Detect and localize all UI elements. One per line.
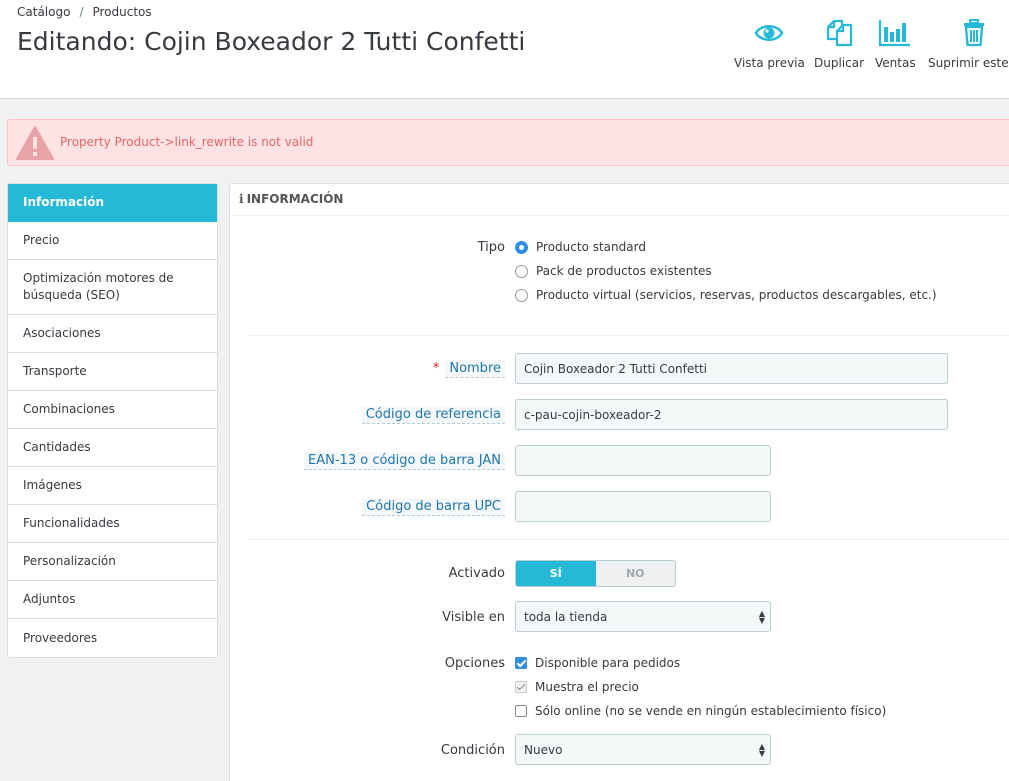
select-arrows-icon: ▲ ▼ [758,742,765,758]
breadcrumb: Catálogo / Productos [17,5,152,19]
show-price-label: Muestra el precio [535,680,639,694]
divider [249,539,1009,540]
online-only-label: Sólo online (no se vende en ningún estab… [535,704,887,718]
copy-icon [826,19,853,47]
visibility-value: toda la tienda [524,610,608,624]
panel-heading: i INFORMACIÓN [230,184,1009,216]
delete-button[interactable]: Suprimir este p [928,18,1009,70]
name-input[interactable] [515,353,948,384]
active-label: Activado [448,566,505,581]
ean13-input[interactable] [515,445,771,476]
trash-icon [964,19,985,47]
type-option-pack-label: Pack de productos existentes [536,264,712,278]
bar-chart-icon [879,20,911,47]
reference-input[interactable] [515,399,948,430]
tab-proveedores[interactable]: Proveedores [8,619,217,657]
upc-input[interactable] [515,491,771,522]
tab-asociaciones[interactable]: Asociaciones [8,315,217,353]
tab-funcionalidades[interactable]: Funcionalidades [8,505,217,543]
page-title: Editando: Cojin Boxeador 2 Tutti Confett… [17,27,526,56]
duplicate-button[interactable]: Duplicar [814,18,864,70]
available-label: Disponible para pedidos [535,656,681,670]
active-switch[interactable]: SÍ NO [515,560,676,587]
sales-label: Ventas [875,56,916,70]
radio-standard[interactable] [515,240,528,254]
information-panel: i INFORMACIÓN Tipo Producto standard Pack… [229,183,1009,781]
online-only-checkbox[interactable] [515,705,527,717]
upc-label-text[interactable]: Código de barra UPC [362,498,505,516]
tab-precio[interactable]: Precio [8,222,217,260]
preview-label: Vista previa [734,56,805,70]
condition-select[interactable]: Nuevo ▲ ▼ [515,734,771,765]
options-label: Opciones [444,656,505,671]
ean13-label: EAN-13 o código de barra JAN [304,452,505,470]
product-tabs: Información Precio Optimización motores … [7,183,218,658]
name-label: * Nombre [432,360,505,378]
type-option-standard[interactable]: Producto standard [515,240,646,254]
tab-seo[interactable]: Optimización motores de búsqueda (SEO) [8,260,217,315]
active-no-option[interactable]: NO [596,561,676,586]
condition-value: Nuevo [524,743,563,757]
show-price-checkbox [515,681,527,693]
page-header: Catálogo / Productos Editando: Cojin Boxea… [0,0,1009,99]
toolbar: Vista previa Duplicar Ventas Suprimir es… [726,18,1009,78]
alert-message: Property Product->link_rewrite is not va… [60,135,314,149]
type-label: Tipo [477,240,505,255]
select-arrows-icon: ▲ ▼ [758,609,765,625]
option-show-price: Muestra el precio [515,680,639,694]
tab-adjuntos[interactable]: Adjuntos [8,581,217,619]
reference-label: Código de referencia [361,406,505,424]
type-option-standard-label: Producto standard [536,240,646,254]
tab-combinaciones[interactable]: Combinaciones [8,391,217,429]
option-available-for-order[interactable]: Disponible para pedidos [515,656,680,670]
type-option-pack[interactable]: Pack de productos existentes [515,264,712,278]
tab-cantidades[interactable]: Cantidades [8,429,217,467]
reference-label-text[interactable]: Código de referencia [361,406,505,424]
upc-label: Código de barra UPC [362,498,505,516]
name-label-text[interactable]: Nombre [445,360,505,378]
breadcrumb-separator: / [79,5,84,19]
option-online-only[interactable]: Sólo online (no se vende en ningún estab… [515,704,886,718]
warning-icon [16,126,54,160]
duplicate-label: Duplicar [814,56,865,70]
error-alert: Property Product->link_rewrite is not va… [7,119,1009,166]
tab-transporte[interactable]: Transporte [8,353,217,391]
breadcrumb-catalog[interactable]: Catálogo [17,5,70,19]
delete-label: Suprimir este p [928,56,1009,70]
type-option-virtual-label: Producto virtual (servicios, reservas, p… [536,288,937,302]
info-icon: i [239,192,244,206]
radio-pack[interactable] [515,264,528,278]
active-yes-option[interactable]: SÍ [516,561,596,586]
required-asterisk: * [432,361,440,376]
condition-label: Condición [440,743,505,758]
radio-virtual[interactable] [515,288,528,302]
tab-informacion[interactable]: Información [8,184,217,222]
visibility-select[interactable]: toda la tienda ▲ ▼ [515,601,771,632]
preview-button[interactable]: Vista previa [734,18,805,70]
divider [249,335,1009,336]
ean13-label-text[interactable]: EAN-13 o código de barra JAN [304,452,505,470]
available-checkbox[interactable] [515,657,527,669]
visibility-label: Visible en [442,610,505,625]
panel-heading-text: INFORMACIÓN [246,192,344,206]
tab-personalizacion[interactable]: Personalización [8,543,217,581]
sales-button[interactable]: Ventas [875,18,916,70]
eye-icon [755,25,784,41]
type-option-virtual[interactable]: Producto virtual (servicios, reservas, p… [515,288,937,302]
breadcrumb-products[interactable]: Productos [92,5,151,19]
tab-imagenes[interactable]: Imágenes [8,467,217,505]
